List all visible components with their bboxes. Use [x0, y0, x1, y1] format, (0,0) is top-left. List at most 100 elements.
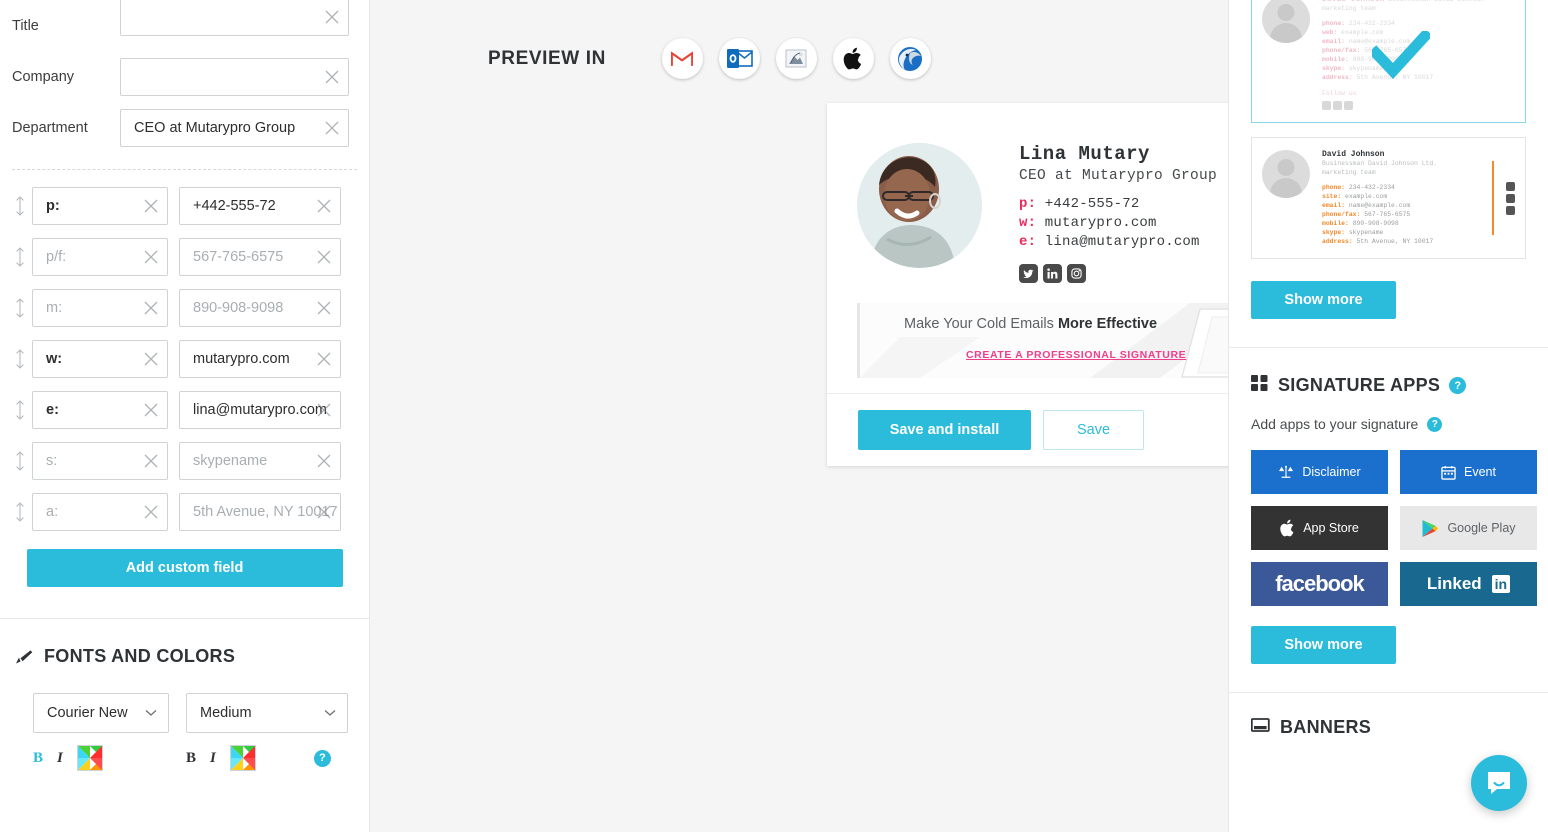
- contact-key-input[interactable]: p/f:: [32, 237, 168, 276]
- contact-value-input[interactable]: mutarypro.com: [179, 339, 341, 378]
- title-input[interactable]: [120, 0, 349, 36]
- clear-icon[interactable]: [316, 249, 332, 265]
- contact-key-input[interactable]: e:: [32, 390, 168, 429]
- apple-icon[interactable]: [832, 38, 874, 79]
- clear-icon[interactable]: [143, 504, 159, 520]
- contact-key-value: m:: [46, 299, 63, 316]
- intercom-chat-button[interactable]: [1471, 755, 1527, 811]
- contact-value-input[interactable]: skypename: [179, 441, 341, 480]
- contact-value-input[interactable]: 5th Avenue, NY 10017: [179, 492, 341, 531]
- template-card[interactable]: David Johnson Businessman David Johnson …: [1251, 137, 1526, 259]
- app-button-event[interactable]: Event: [1400, 450, 1537, 494]
- instagram-icon[interactable]: [1067, 264, 1086, 283]
- contact-key-value: a:: [46, 503, 59, 520]
- twitter-icon[interactable]: [1019, 264, 1038, 283]
- clear-icon[interactable]: [143, 402, 159, 418]
- clear-icon[interactable]: [324, 120, 340, 136]
- contact-key-input[interactable]: s:: [32, 441, 168, 480]
- contact-key-input[interactable]: p:: [32, 186, 168, 225]
- clear-icon[interactable]: [316, 300, 332, 316]
- app-button-google-play[interactable]: Google Play: [1400, 506, 1537, 550]
- linkedin-in-icon: in: [1491, 575, 1511, 593]
- bold-toggle-primary[interactable]: B: [33, 750, 43, 767]
- apple-mail-icon[interactable]: [775, 38, 817, 79]
- contact-value-input[interactable]: 890-908-9098: [179, 288, 341, 327]
- gmail-icon[interactable]: [661, 38, 703, 79]
- signature-contact-line: p: +442-555-72: [1019, 195, 1217, 214]
- chevron-down-icon: [145, 704, 157, 722]
- clear-icon[interactable]: [316, 198, 332, 214]
- italic-toggle-primary[interactable]: I: [57, 750, 63, 767]
- app-button-linked[interactable]: Linked in: [1400, 562, 1537, 606]
- outlook-icon[interactable]: [718, 38, 760, 79]
- app-button-disclaimer[interactable]: Disclaimer: [1251, 450, 1388, 494]
- clear-icon[interactable]: [316, 504, 332, 520]
- fonts-help-icon[interactable]: ?: [313, 749, 331, 767]
- signature-banner[interactable]: Make Yo Make Your Cold Emails More Effec…: [857, 303, 1228, 378]
- template-line-key: address:: [1322, 74, 1353, 81]
- signature-contact-line: e: lina@mutarypro.com: [1019, 233, 1217, 252]
- template-social-icons: [1322, 101, 1484, 110]
- drag-handle-icon[interactable]: [8, 297, 32, 318]
- clear-icon[interactable]: [316, 453, 332, 469]
- clear-icon[interactable]: [143, 453, 159, 469]
- drag-handle-icon[interactable]: [8, 450, 32, 471]
- clear-icon[interactable]: [143, 198, 159, 214]
- clear-icon[interactable]: [316, 351, 332, 367]
- clear-icon[interactable]: [324, 69, 340, 85]
- contact-key-input[interactable]: a:: [32, 492, 168, 531]
- linkedin-icon[interactable]: [1043, 264, 1062, 283]
- template-follow-label: Follow us: [1322, 90, 1357, 97]
- signature-apps-subtitle-help-icon[interactable]: ?: [1427, 416, 1443, 432]
- clear-icon[interactable]: [324, 9, 340, 25]
- signature-contact-lines: p: +442-555-72 w: mutarypro.com e: lina@mu…: [1019, 195, 1217, 252]
- drag-handle-icon[interactable]: [8, 501, 32, 522]
- color-picker-primary[interactable]: [76, 745, 103, 771]
- app-button-label: App Store: [1303, 521, 1359, 535]
- company-input[interactable]: [120, 57, 349, 96]
- banner-cta-link[interactable]: CREATE A PROFESSIONAL SIGNATURE: [966, 349, 1186, 361]
- drag-handle-icon[interactable]: [8, 399, 32, 420]
- contact-key-input[interactable]: m:: [32, 288, 168, 327]
- templates-show-more-button[interactable]: Show more: [1251, 281, 1396, 319]
- template-card-selected[interactable]: David Johnson Businessman David Johnson …: [1251, 0, 1526, 123]
- signature-line-key: w:: [1019, 215, 1037, 231]
- font-family-value: Courier New: [47, 705, 128, 721]
- contact-value-text: mutarypro.com: [193, 350, 290, 367]
- scales-icon: [1278, 465, 1294, 479]
- clear-icon[interactable]: [143, 300, 159, 316]
- field-label-department: Department: [12, 119, 88, 136]
- add-custom-field-button[interactable]: Add custom field: [26, 549, 343, 587]
- app-button-app-store[interactable]: App Store: [1251, 506, 1388, 550]
- thunderbird-icon[interactable]: [889, 38, 931, 79]
- drag-handle-icon[interactable]: [8, 195, 32, 216]
- drag-handle-icon[interactable]: [8, 246, 32, 267]
- contact-value-input[interactable]: lina@mutarypro.com: [179, 390, 341, 429]
- contact-key-input[interactable]: w:: [32, 339, 168, 378]
- instagram-icon: [1344, 101, 1353, 110]
- app-button-facebook[interactable]: facebook: [1251, 562, 1388, 606]
- template-line-key: address:: [1322, 238, 1353, 245]
- contact-value-input[interactable]: +442-555-72: [179, 186, 341, 225]
- save-and-install-button[interactable]: Save and install: [858, 410, 1031, 450]
- signature-body: Lina Mutary CEO at Mutarypro Group p: +4…: [827, 103, 1228, 393]
- fonts-and-colors-title: FONTS AND COLORS: [44, 646, 236, 666]
- department-input[interactable]: CEO at Mutarypro Group: [120, 108, 349, 147]
- clear-icon[interactable]: [316, 402, 332, 418]
- contact-value-input[interactable]: 567-765-6575: [179, 237, 341, 276]
- signature-apps-help-icon[interactable]: ?: [1449, 377, 1467, 394]
- font-family-select[interactable]: Courier New: [33, 693, 169, 733]
- font-size-select[interactable]: Medium: [186, 693, 348, 733]
- signature-preview-card: Lina Mutary CEO at Mutarypro Group p: +4…: [827, 103, 1228, 466]
- clear-icon[interactable]: [143, 249, 159, 265]
- italic-toggle-secondary[interactable]: I: [210, 750, 216, 767]
- drag-handle-icon[interactable]: [8, 348, 32, 369]
- save-button[interactable]: Save: [1043, 410, 1144, 450]
- apps-show-more-button[interactable]: Show more: [1251, 626, 1396, 664]
- clear-icon[interactable]: [143, 351, 159, 367]
- template-line-key: web:: [1322, 29, 1338, 36]
- bold-toggle-secondary[interactable]: B: [186, 750, 196, 767]
- signature-avatar: [857, 143, 982, 268]
- color-picker-secondary[interactable]: [229, 745, 256, 771]
- template-contact-line: mobile: 890-908-9098: [1322, 219, 1437, 228]
